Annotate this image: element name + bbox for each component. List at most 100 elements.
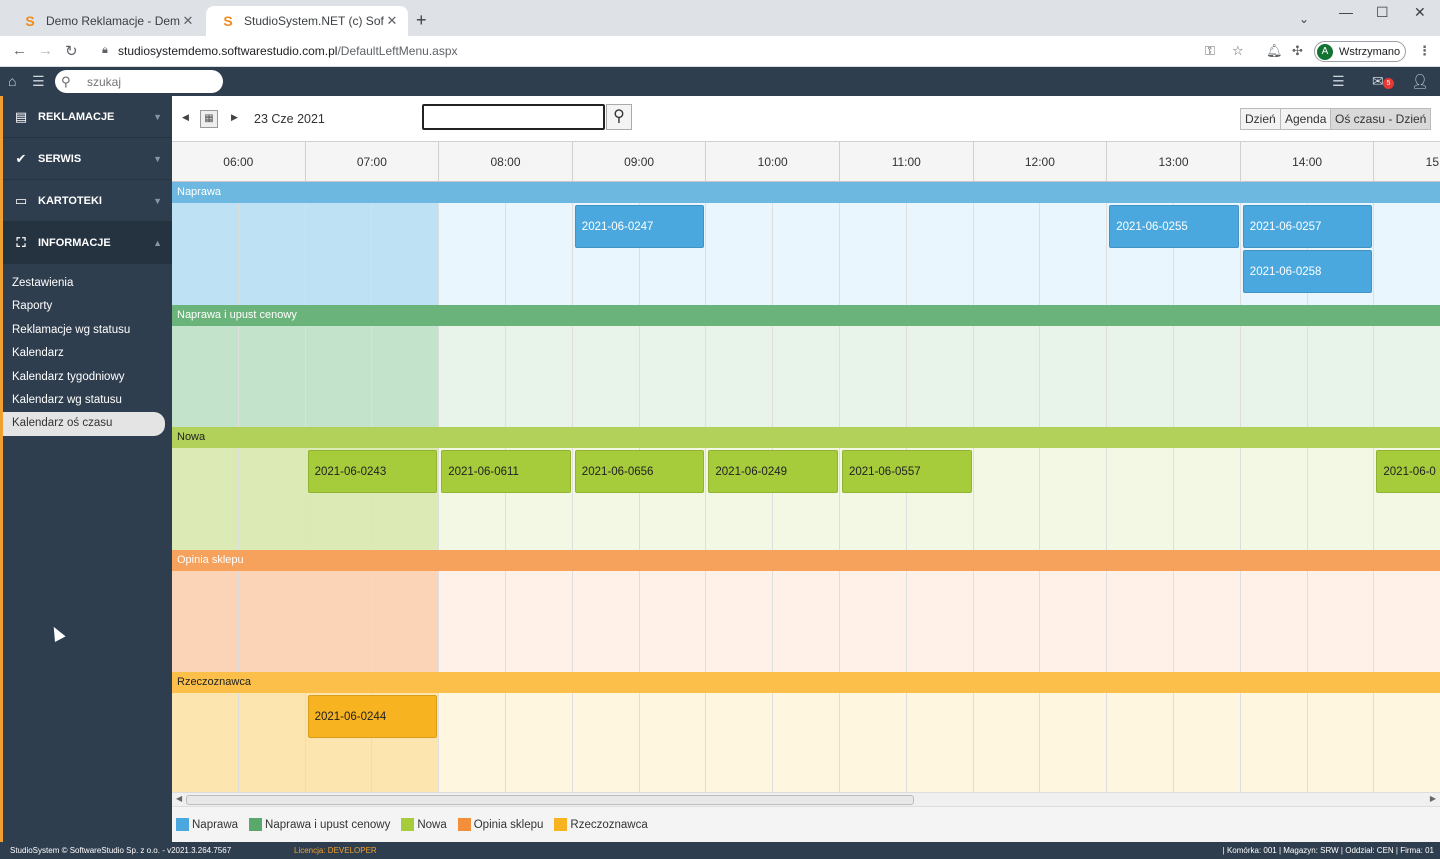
- close-tab-icon[interactable]: ✕: [384, 13, 400, 29]
- time-slot[interactable]: [906, 203, 974, 305]
- maximize-icon[interactable]: ☐: [1376, 4, 1389, 21]
- event-item[interactable]: 2021-06-0258: [1242, 250, 1373, 293]
- time-slot[interactable]: [1240, 693, 1308, 792]
- time-slot[interactable]: [1040, 570, 1108, 673]
- view-day-button[interactable]: Dzień: [1240, 108, 1281, 130]
- bell-icon[interactable]: 🔔︎: [1266, 43, 1283, 59]
- sidebar-section-kartoteki[interactable]: ▭ KARTOTEKI ▼: [3, 180, 172, 222]
- time-slot[interactable]: [372, 325, 440, 428]
- time-slot[interactable]: [372, 203, 440, 305]
- next-day-icon[interactable]: ▶: [231, 112, 238, 123]
- time-slot[interactable]: [1307, 570, 1375, 673]
- time-slot[interactable]: [840, 693, 907, 792]
- tab-search-icon[interactable]: ⌄: [1299, 12, 1309, 26]
- time-slot[interactable]: [1240, 570, 1308, 673]
- time-slot[interactable]: [439, 693, 506, 792]
- time-slot[interactable]: [773, 570, 840, 673]
- event-item[interactable]: 2021-06-0257: [1242, 205, 1373, 248]
- mail-icon[interactable]: ✉: [1372, 73, 1384, 90]
- browser-tab-1[interactable]: S Demo Reklamacje - Demo on line ✕: [8, 6, 204, 36]
- time-slot[interactable]: [572, 325, 640, 428]
- view-timeline-day-button[interactable]: Oś czasu - Dzień: [1330, 108, 1432, 130]
- time-slot[interactable]: [506, 693, 573, 792]
- menu-toggle-icon[interactable]: ☰: [32, 73, 45, 90]
- time-slot[interactable]: [973, 693, 1041, 792]
- time-slot[interactable]: [706, 570, 774, 673]
- time-slot[interactable]: [172, 570, 239, 673]
- time-slot[interactable]: [1307, 448, 1375, 550]
- event-item[interactable]: 2021-06-0255: [1109, 205, 1239, 248]
- time-slot[interactable]: [973, 448, 1041, 550]
- time-slot[interactable]: [439, 203, 506, 305]
- time-slot[interactable]: [506, 203, 573, 305]
- time-slot[interactable]: [639, 570, 707, 673]
- new-tab-icon[interactable]: +: [416, 10, 427, 31]
- time-slot[interactable]: [238, 570, 306, 673]
- time-slot[interactable]: [906, 570, 974, 673]
- tasks-icon[interactable]: ☰: [1332, 73, 1345, 90]
- time-slot[interactable]: [1107, 325, 1174, 428]
- time-slot[interactable]: [1374, 570, 1440, 673]
- time-slot[interactable]: [840, 325, 907, 428]
- time-slot[interactable]: [773, 325, 840, 428]
- time-slot[interactable]: [1240, 325, 1308, 428]
- star-icon[interactable]: ☆: [1232, 43, 1244, 59]
- sidebar-item-zestawienia[interactable]: Zestawienia: [3, 272, 165, 295]
- time-slot[interactable]: [1107, 570, 1174, 673]
- time-slot[interactable]: [906, 693, 974, 792]
- reload-icon[interactable]: ↻: [65, 42, 78, 60]
- sidebar-section-reklamacje[interactable]: ▤ REKLAMACJE ▼: [3, 96, 172, 138]
- time-slot[interactable]: [906, 325, 974, 428]
- sidebar-section-informacje[interactable]: ⛶ INFORMACJE ▲: [3, 222, 172, 264]
- time-slot[interactable]: [1040, 448, 1108, 550]
- time-slot[interactable]: [1307, 693, 1375, 792]
- time-slot[interactable]: [439, 325, 506, 428]
- key-icon[interactable]: ⚿: [1205, 43, 1215, 59]
- address-bar[interactable]: studiosystemdemo.softwarestudio.com.pl/D…: [118, 44, 458, 58]
- time-slot[interactable]: [572, 693, 640, 792]
- time-slot[interactable]: [1374, 325, 1440, 428]
- event-item[interactable]: 2021-06-0: [1376, 450, 1440, 494]
- sidebar-item-reklamacje-wg-statusu[interactable]: Reklamacje wg statusu: [3, 319, 165, 342]
- back-icon[interactable]: ←: [12, 42, 27, 59]
- time-slot[interactable]: [706, 693, 774, 792]
- time-slot[interactable]: [238, 448, 306, 550]
- time-slot[interactable]: [1374, 693, 1440, 792]
- event-item[interactable]: 2021-06-0247: [574, 205, 705, 248]
- search-icon[interactable]: ⚲: [606, 104, 632, 130]
- time-slot[interactable]: [172, 693, 239, 792]
- time-slot[interactable]: [973, 203, 1041, 305]
- time-slot[interactable]: [1040, 693, 1108, 792]
- time-slot[interactable]: [1174, 448, 1241, 550]
- user-icon[interactable]: 👤︎: [1411, 73, 1429, 90]
- time-slot[interactable]: [506, 325, 573, 428]
- time-slot[interactable]: [840, 203, 907, 305]
- event-item[interactable]: 2021-06-0557: [842, 450, 972, 494]
- time-slot[interactable]: [706, 325, 774, 428]
- minimize-icon[interactable]: —: [1339, 4, 1353, 20]
- lock-icon[interactable]: 🔒︎: [102, 44, 108, 57]
- event-item[interactable]: 2021-06-0249: [708, 450, 838, 494]
- sidebar-section-serwis[interactable]: ✔ SERWIS ▼: [3, 138, 172, 180]
- time-slot[interactable]: [1374, 203, 1440, 305]
- time-slot[interactable]: [1174, 570, 1241, 673]
- close-tab-icon[interactable]: ✕: [180, 13, 196, 29]
- time-slot[interactable]: [238, 325, 306, 428]
- time-slot[interactable]: [773, 693, 840, 792]
- sidebar-item-kalendarz-os-czasu[interactable]: Kalendarz oś czasu: [3, 412, 165, 436]
- home-icon[interactable]: ⌂: [8, 73, 16, 89]
- scheduler-search-input[interactable]: [422, 104, 605, 130]
- sidebar-item-kalendarz-tygodniowy[interactable]: Kalendarz tygodniowy: [3, 366, 165, 389]
- time-slot[interactable]: [506, 570, 573, 673]
- time-slot[interactable]: [572, 570, 640, 673]
- time-slot[interactable]: [773, 203, 840, 305]
- time-slot[interactable]: [973, 325, 1041, 428]
- event-item[interactable]: 2021-06-0243: [307, 450, 438, 494]
- sidebar-item-kalendarz-wg-statusu[interactable]: Kalendarz wg statusu: [3, 389, 165, 412]
- close-window-icon[interactable]: ✕: [1414, 4, 1426, 21]
- horizontal-scrollbar[interactable]: ◀ ▶: [172, 792, 1440, 806]
- time-slot[interactable]: [973, 570, 1041, 673]
- time-slot[interactable]: [1107, 693, 1174, 792]
- time-slot[interactable]: [238, 203, 306, 305]
- forward-icon[interactable]: →: [38, 42, 53, 59]
